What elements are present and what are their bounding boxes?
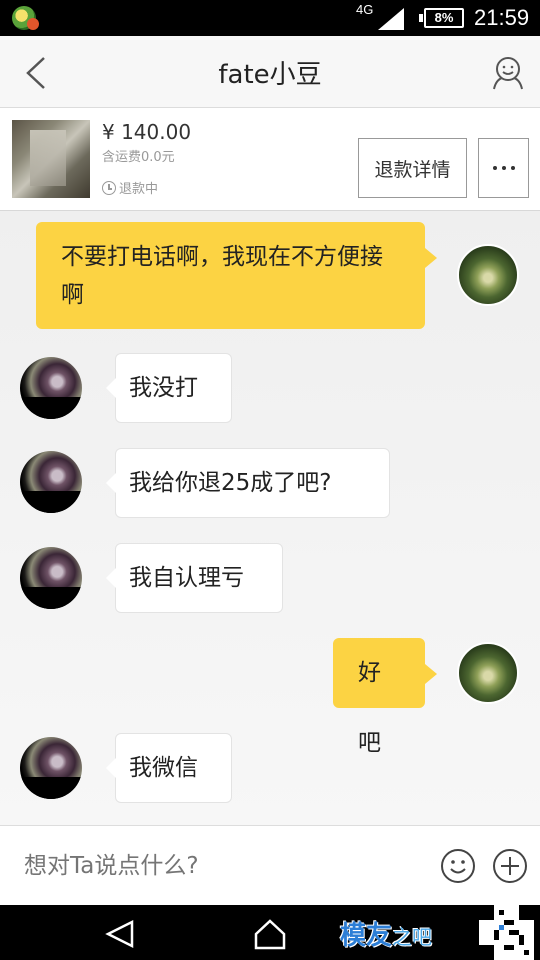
message-list[interactable]: 不要打电话啊，我现在不方便接啊 我没打 我给你退25成了吧? 我自认理亏 好吧 … <box>0 211 540 825</box>
system-nav-bar: 模友之吧 <box>0 905 540 960</box>
product-thumbnail[interactable] <box>12 120 90 198</box>
profile-icon[interactable] <box>490 54 526 90</box>
more-options-button[interactable] <box>478 138 529 198</box>
status-bar: 4G 8% 21:59 <box>0 0 540 36</box>
my-avatar[interactable] <box>457 642 519 704</box>
title-bar: fate小豆 <box>0 36 540 108</box>
message-bubble-me[interactable]: 不要打电话啊，我现在不方便接啊 <box>36 222 437 329</box>
contact-avatar[interactable] <box>20 547 82 609</box>
clock-icon <box>102 181 116 195</box>
message-bubble-other[interactable]: 我没打 <box>106 353 232 423</box>
refund-details-button[interactable]: 退款详情 <box>358 138 467 198</box>
watermark-sub: 之吧 <box>392 925 433 949</box>
refund-status-label: 退款中 <box>119 182 159 197</box>
message-bubble-other[interactable]: 我自认理亏 <box>106 543 283 613</box>
more-dot-icon <box>510 166 515 170</box>
network-type: 4G <box>356 2 374 17</box>
signal-icon <box>378 8 404 30</box>
message-input[interactable] <box>24 848 424 884</box>
message-bubble-me[interactable]: 好吧 <box>333 638 437 756</box>
order-price: ¥ 140.00 <box>102 120 192 144</box>
composer-bar <box>0 825 540 905</box>
contact-avatar[interactable] <box>20 451 82 513</box>
my-avatar[interactable] <box>457 244 519 306</box>
message-bubble-other[interactable]: 我微信 <box>106 733 232 803</box>
shipping-fee: 含运费0.0元 <box>102 150 175 165</box>
qr-code-image <box>479 905 534 960</box>
emoji-icon[interactable] <box>440 848 476 884</box>
order-summary: ¥ 140.00 含运费0.0元 退款中 退款详情 <box>0 108 540 211</box>
notification-badge-icon <box>27 18 39 30</box>
more-dot-icon <box>501 166 506 170</box>
plus-icon[interactable] <box>492 848 528 884</box>
contact-avatar[interactable] <box>20 357 82 419</box>
more-dot-icon <box>492 166 497 170</box>
battery-indicator: 8% <box>419 8 464 28</box>
conversation-title: fate小豆 <box>218 60 322 90</box>
watermark-text: 模友 <box>340 921 393 951</box>
nav-back-icon[interactable] <box>104 919 136 949</box>
refund-status: 退款中 <box>102 178 158 197</box>
contact-avatar[interactable] <box>20 737 82 799</box>
nav-home-icon[interactable] <box>254 918 286 950</box>
clock: 21:59 <box>474 5 530 30</box>
message-bubble-other[interactable]: 我给你退25成了吧? <box>106 448 390 518</box>
watermark-logo: 模友之吧 <box>340 915 432 952</box>
